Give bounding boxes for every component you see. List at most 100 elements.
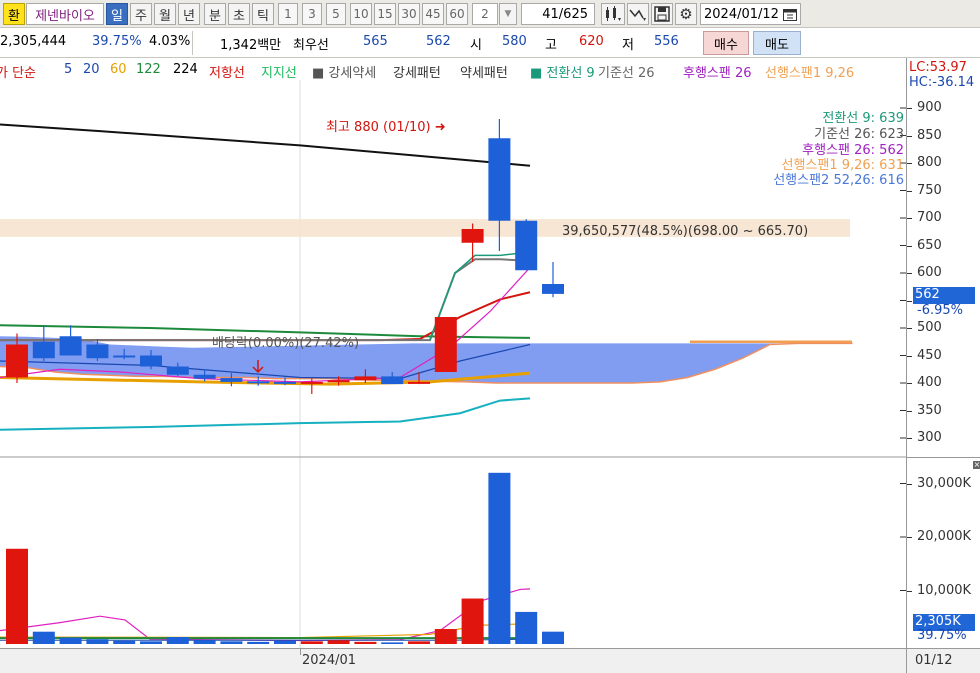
open-label: 시 <box>470 38 482 53</box>
ma-teal-line <box>0 397 531 431</box>
volume-tick-label: 10,000K <box>906 582 972 598</box>
tab-toggle-button[interactable]: 환 <box>3 3 25 25</box>
stock-name-text: 제넨바이오 <box>35 8 95 24</box>
price-tick-label: 500 <box>907 320 942 335</box>
low-value: 556 <box>654 34 679 49</box>
volume-tick-label: 20,000K <box>906 529 972 544</box>
change-pct: 4.03% <box>149 34 191 49</box>
period-second-button[interactable]: 초 <box>228 3 250 25</box>
price-tick-label: 900 <box>907 100 942 115</box>
period-month-button[interactable]: 월 <box>154 3 176 25</box>
interval-30-button[interactable]: 30 <box>398 3 420 25</box>
legend-item[interactable]: 가 단순 <box>0 62 36 81</box>
legend-item[interactable]: 5 <box>64 62 72 77</box>
volume-bar <box>434 629 457 644</box>
month-label: 2024/01 <box>302 653 357 668</box>
period-tick-button[interactable]: 틱 <box>252 3 274 25</box>
period-year-button[interactable]: 년 <box>178 3 200 25</box>
volume-bar <box>408 641 430 644</box>
volume-bar <box>488 472 511 644</box>
volume-bar <box>140 641 162 644</box>
candle-body <box>274 381 296 384</box>
volume-bar <box>113 640 136 644</box>
volume-bar <box>247 641 270 644</box>
date-field[interactable]: 2024/01/12 <box>700 3 801 25</box>
legend-item[interactable]: 20 <box>83 62 100 77</box>
price-tick-label: 700 <box>907 210 942 225</box>
ma224-line <box>0 123 531 167</box>
indicator-icon[interactable] <box>627 3 649 25</box>
ichimoku-value: 선행스팬2 52,26: 616 <box>773 173 904 188</box>
legend-item[interactable]: 선행스팬1 9,26 <box>765 62 854 81</box>
candle-body <box>515 220 538 271</box>
candle-body <box>140 355 162 367</box>
range-value: 41 <box>542 6 559 22</box>
volume-bar <box>381 642 404 644</box>
save-icon[interactable] <box>651 3 673 25</box>
count-select[interactable]: 2 <box>472 3 498 25</box>
legend-item[interactable]: 지지선 <box>261 62 297 81</box>
legend-item[interactable]: ■ 강세약세 <box>312 62 376 81</box>
volume-chart[interactable] <box>0 458 906 648</box>
volume-bar <box>515 611 538 644</box>
indicator-legend: 가 단순 5 20 60 122 224 저항선 지지선 ■ 강세약세 강세패턴… <box>0 59 906 81</box>
range-total: /625 <box>558 6 588 22</box>
legend-item[interactable]: 후행스팬 26 <box>683 62 752 81</box>
candle-body <box>59 336 82 356</box>
period-week-button[interactable]: 주 <box>130 3 152 25</box>
price-tick-label: 650 <box>907 237 942 253</box>
volume-pct: 39.75% <box>917 628 967 643</box>
candle-body <box>354 376 377 381</box>
legend-item[interactable]: 122 <box>136 62 161 77</box>
turnover-pct: 39.75% <box>92 34 142 49</box>
interval-10-button[interactable]: 10 <box>350 3 372 25</box>
legend-item[interactable]: 강세패턴 <box>393 62 441 81</box>
interval-5-button[interactable]: 5 <box>326 3 346 25</box>
time-axis[interactable]: 2024/01 01/12 <box>0 648 980 673</box>
legend-item[interactable]: 60 <box>110 62 127 77</box>
sell-button[interactable]: 매도 <box>753 31 801 55</box>
price-tick-label: 400 <box>907 375 942 390</box>
buy-button[interactable]: 매수 <box>703 31 749 55</box>
interval-45-button[interactable]: 45 <box>422 3 444 25</box>
period-minute-button[interactable]: 분 <box>204 3 226 25</box>
volume-bar <box>193 640 216 644</box>
legend-item[interactable]: 약세패턴 <box>460 62 508 81</box>
count-dropdown-icon[interactable]: ▼ <box>499 3 517 25</box>
chart-type-icon[interactable] <box>601 3 625 25</box>
candle-body <box>86 344 109 359</box>
trade-amount: 1,342백만 <box>220 38 282 53</box>
settings-icon[interactable]: ⚙ <box>675 3 697 25</box>
legend-item[interactable]: 저항선 <box>209 62 245 81</box>
candle-body <box>6 344 28 378</box>
interval-15-button[interactable]: 15 <box>374 3 396 25</box>
volume-bar <box>220 641 243 644</box>
lc-value: LC:53.97 <box>909 60 967 75</box>
low-label: 저 <box>622 38 634 53</box>
candle-body <box>300 381 323 384</box>
interval-3-button[interactable]: 3 <box>302 3 322 25</box>
high-annotation: 최고 880 (01/10) ➜ <box>326 120 446 135</box>
price-tick-label: 300 <box>907 430 942 445</box>
range-field[interactable]: 41/625 <box>521 3 595 25</box>
legend-item[interactable]: 기준선 26 <box>598 62 655 81</box>
legend-item[interactable]: ■ 전환선 9 <box>530 62 595 81</box>
panel-toggle-icon[interactable]: × <box>973 461 980 469</box>
high-value: 620 <box>579 34 604 49</box>
interval-60-button[interactable]: 60 <box>446 3 468 25</box>
interval-1-button[interactable]: 1 <box>278 3 298 25</box>
legend-item[interactable]: 224 <box>173 62 198 77</box>
price-chart[interactable] <box>0 80 906 458</box>
stock-name-field[interactable]: 제넨바이오 <box>26 3 104 25</box>
period-day-button[interactable]: 일 <box>106 3 128 25</box>
candle-body <box>488 138 511 221</box>
candle-body <box>408 381 430 384</box>
candle-body <box>542 284 564 294</box>
candle-body <box>220 378 243 382</box>
candle-body <box>166 366 189 375</box>
current-price-badge: 562 <box>913 287 975 304</box>
price-axis[interactable]: LC:53.97 HC:-36.14 900 850 800 750 700 650 600… <box>906 58 980 648</box>
candle-body <box>381 376 404 385</box>
candle-body <box>113 355 136 358</box>
calendar-icon[interactable] <box>783 8 797 21</box>
